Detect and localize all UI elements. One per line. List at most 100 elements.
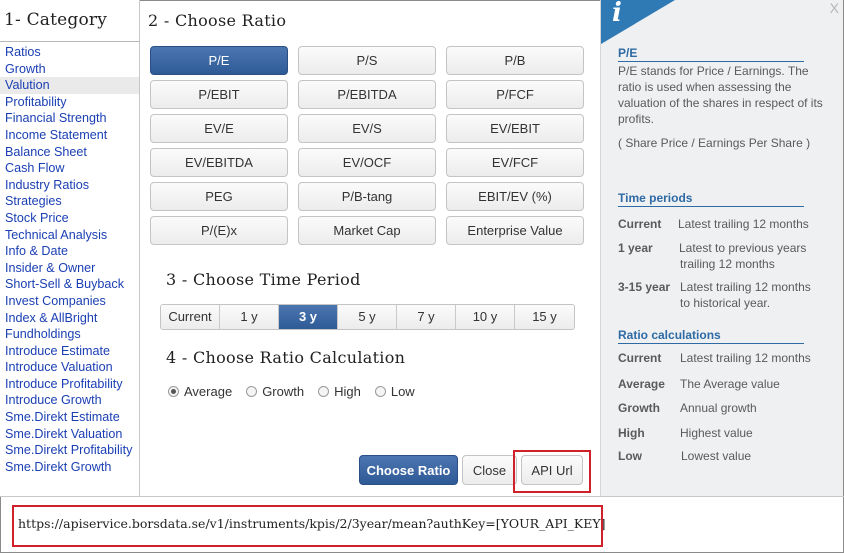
radio-checked-icon[interactable] [168, 386, 179, 397]
row-value-line2: to historical year. [680, 296, 771, 310]
category-title: 1- Category [4, 10, 108, 30]
ratio-button-pfcf[interactable]: P/FCF [446, 80, 584, 109]
category-item[interactable]: Growth [0, 61, 139, 78]
radio-unchecked-icon[interactable] [318, 386, 330, 397]
ratio-button-enterprise-value[interactable]: Enterprise Value [446, 216, 584, 245]
ratio-button-ebit-ev[interactable]: EBIT/EV (%) [446, 182, 584, 211]
row-key: Current [618, 351, 662, 365]
period-15y[interactable]: 15 y [515, 305, 574, 329]
category-item[interactable]: Short-Sell & Buyback [0, 276, 139, 293]
category-item[interactable]: Introduce Estimate [0, 343, 139, 360]
category-item[interactable]: Balance Sheet [0, 144, 139, 161]
ratio-button-evebit[interactable]: EV/EBIT [446, 114, 584, 143]
ratio-button-pebitda[interactable]: P/EBITDA [298, 80, 436, 109]
info-heading: P/E [618, 46, 804, 62]
period-7y[interactable]: 7 y [397, 305, 456, 329]
radio-label: Growth [262, 384, 305, 399]
radio-unchecked-icon[interactable] [374, 386, 386, 397]
category-item[interactable]: Sme.Direkt Valuation [0, 426, 139, 443]
ratio-button-evfcf[interactable]: EV/FCF [446, 148, 584, 177]
calculation-radio-group: Average Growth High Low [168, 384, 429, 399]
radio-label: High [334, 384, 361, 399]
ratio-button-pe[interactable]: P/E [150, 46, 288, 75]
row-value: Latest trailing 12 months [678, 217, 809, 231]
row-key: 1 year [618, 241, 653, 255]
divider [0, 41, 140, 42]
row-value: Latest to previous years [679, 241, 807, 255]
category-panel: 1- Category Ratios Growth Valution Profi… [0, 0, 140, 496]
ratio-button-evocf[interactable]: EV/OCF [298, 148, 436, 177]
close-button[interactable]: Close [462, 455, 517, 485]
ratio-button-peg[interactable]: PEG [150, 182, 288, 211]
row-key: Growth [618, 401, 660, 415]
row-value: Annual growth [680, 401, 757, 415]
radio-label: Average [184, 384, 233, 399]
category-item[interactable]: Industry Ratios [0, 177, 139, 194]
category-item[interactable]: Sme.Direkt Profitability [0, 442, 139, 459]
ratio-button-ps[interactable]: P/S [298, 46, 436, 75]
row-key: Average [618, 377, 665, 391]
radio-unchecked-icon[interactable] [246, 386, 258, 397]
row-key: 3-15 year [618, 280, 671, 294]
category-item[interactable]: Introduce Valuation [0, 359, 139, 376]
choose-time-period-title: 3 - Choose Time Period [166, 270, 361, 289]
ratio-button-pb-tang[interactable]: P/B-tang [298, 182, 436, 211]
time-period-selector: Current 1 y 3 y 5 y 7 y 10 y 15 y [160, 304, 575, 330]
category-item[interactable]: Cash Flow [0, 160, 139, 177]
period-10y[interactable]: 10 y [456, 305, 515, 329]
info-panel: i X P/E P/E stands for Price / Earnings.… [600, 0, 843, 496]
ratio-button-pebit[interactable]: P/EBIT [150, 80, 288, 109]
category-list: Ratios Growth Valution Profitability Fin… [0, 44, 139, 475]
category-item[interactable]: Index & AllBright [0, 310, 139, 327]
ratio-button-market-cap[interactable]: Market Cap [298, 216, 436, 245]
info-description: P/E stands for Price / Earnings. The rat… [618, 64, 823, 126]
category-item[interactable]: Info & Date [0, 243, 139, 260]
category-item[interactable]: Ratios [0, 44, 139, 61]
category-item[interactable]: Sme.Direkt Estimate [0, 409, 139, 426]
ratio-button-pb[interactable]: P/B [446, 46, 584, 75]
row-value: Lowest value [681, 449, 752, 463]
category-item[interactable]: Sme.Direkt Growth [0, 459, 139, 476]
ratio-button-pex[interactable]: P/(E)x [150, 216, 288, 245]
period-3y[interactable]: 3 y [279, 305, 338, 329]
ratio-panel: 2 - Choose Ratio P/E P/S P/B P/EBIT P/EB… [141, 0, 599, 496]
category-item[interactable]: Strategies [0, 193, 139, 210]
period-current[interactable]: Current [161, 305, 220, 329]
category-item[interactable]: Financial Strength [0, 110, 139, 127]
choose-ratio-title: 2 - Choose Ratio [148, 11, 287, 30]
period-5y[interactable]: 5 y [338, 305, 397, 329]
category-item[interactable]: Stock Price [0, 210, 139, 227]
category-item[interactable]: Insider & Owner [0, 260, 139, 277]
category-item[interactable]: Income Statement [0, 127, 139, 144]
row-value: Latest trailing 12 months [680, 280, 811, 294]
info-icon: i [612, 0, 622, 28]
radio-low[interactable]: Low [374, 384, 415, 399]
radio-growth[interactable]: Growth [246, 384, 304, 399]
radio-label: Low [390, 384, 415, 399]
ratio-button-eve[interactable]: EV/E [150, 114, 288, 143]
row-key: High [618, 426, 645, 440]
category-item[interactable]: Technical Analysis [0, 227, 139, 244]
radio-average[interactable]: Average [168, 384, 232, 399]
period-1y[interactable]: 1 y [220, 305, 279, 329]
category-item[interactable]: Invest Companies [0, 293, 139, 310]
row-value-line2: trailing 12 months [680, 257, 775, 271]
radio-high[interactable]: High [318, 384, 361, 399]
time-periods-heading: Time periods [618, 191, 804, 207]
category-item[interactable]: Fundholdings [0, 326, 139, 343]
category-item[interactable]: Introduce Profitability [0, 376, 139, 393]
ratio-button-evs[interactable]: EV/S [298, 114, 436, 143]
close-icon[interactable]: X [830, 0, 839, 16]
row-value: Highest value [680, 426, 753, 440]
category-item-active[interactable]: Valution [0, 77, 139, 94]
row-value: The Average value [680, 377, 780, 391]
row-key: Current [618, 217, 662, 231]
category-item[interactable]: Introduce Growth [0, 392, 139, 409]
info-formula: ( Share Price / Earnings Per Share ) [618, 136, 811, 150]
category-item[interactable]: Profitability [0, 94, 139, 111]
ratio-button-evebitda[interactable]: EV/EBITDA [150, 148, 288, 177]
ratio-button-grid: P/E P/S P/B P/EBIT P/EBITDA P/FCF EV/E E… [150, 46, 586, 245]
choose-ratio-button[interactable]: Choose Ratio [359, 455, 458, 485]
choose-ratio-calculation-title: 4 - Choose Ratio Calculation [166, 348, 406, 367]
ratio-calculations-heading: Ratio calculations [618, 328, 804, 344]
